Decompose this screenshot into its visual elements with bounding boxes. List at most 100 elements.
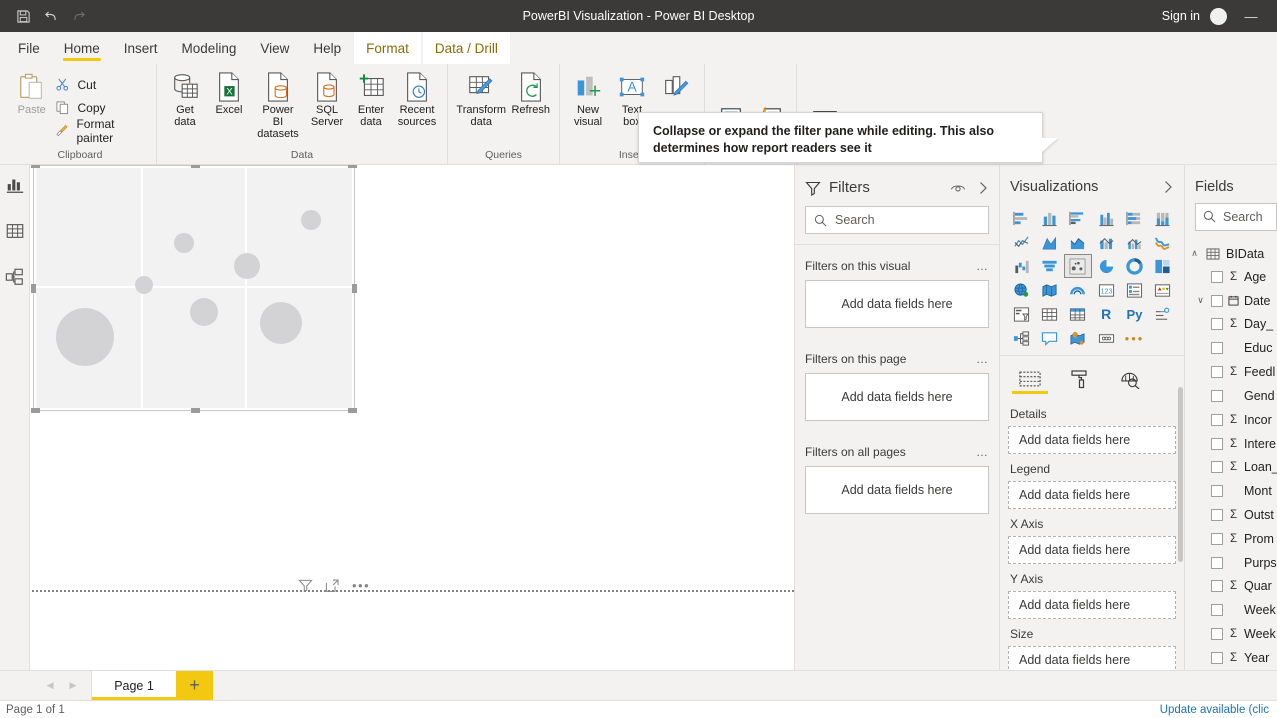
shapes-button[interactable] — [654, 68, 698, 106]
redo-icon[interactable] — [66, 4, 92, 28]
viz-paginated-report[interactable] — [1093, 327, 1119, 349]
well-y-axis-dropzone[interactable]: Add data fields here — [1008, 591, 1176, 619]
transform-data-button[interactable]: Transform data — [454, 68, 509, 130]
tab-file[interactable]: File — [6, 32, 52, 64]
filters-search-input[interactable]: Search — [805, 206, 989, 234]
field-checkbox[interactable] — [1211, 628, 1223, 641]
report-canvas[interactable]: ••• — [30, 165, 795, 670]
field-checkbox[interactable] — [1211, 580, 1223, 593]
field-item[interactable]: Week — [1185, 598, 1277, 622]
field-checkbox[interactable] — [1211, 509, 1223, 521]
filters-visual-menu[interactable]: … — [976, 259, 989, 273]
viz-stacked-column-chart[interactable] — [1036, 207, 1062, 229]
viz-arcgis-map[interactable] — [1065, 279, 1091, 301]
chevron-up-icon[interactable]: ∧ — [1189, 248, 1200, 259]
sql-server-button[interactable]: SQL Server — [305, 68, 349, 130]
field-checkbox[interactable] — [1211, 437, 1223, 450]
field-item[interactable]: Σ Week — [1185, 622, 1277, 646]
field-checkbox[interactable] — [1211, 413, 1223, 426]
resize-handle-left[interactable] — [31, 284, 36, 293]
field-checkbox[interactable] — [1211, 604, 1223, 617]
viz-arcgis-maps-for-power-bi[interactable] — [1065, 327, 1091, 349]
tab-home[interactable]: Home — [52, 32, 112, 64]
field-checkbox[interactable] — [1211, 342, 1223, 355]
tab-help[interactable]: Help — [301, 32, 353, 64]
viz-ribbon-chart[interactable] — [1150, 231, 1176, 253]
format-painter-button[interactable]: Format painter — [54, 117, 151, 145]
field-item[interactable]: Gend — [1185, 384, 1277, 408]
field-item[interactable]: Σ Intere — [1185, 432, 1277, 456]
recent-sources-button[interactable]: Recent sources — [393, 68, 441, 130]
excel-button[interactable]: X Excel — [207, 68, 251, 118]
resize-handle-top-right[interactable] — [348, 165, 357, 168]
viz-map[interactable] — [1008, 279, 1034, 301]
fields-search-input[interactable]: Search — [1195, 203, 1277, 231]
viz-line-chart[interactable] — [1008, 231, 1034, 253]
filters-all-pages-dropzone[interactable]: Add data fields here — [805, 466, 989, 514]
field-item[interactable]: Purps — [1185, 551, 1277, 575]
resize-handle-bottom[interactable] — [191, 408, 200, 413]
visualizations-scrollbar[interactable] — [1178, 387, 1183, 562]
viz-line-and-stacked-column-chart[interactable] — [1093, 231, 1119, 253]
cut-button[interactable]: Cut — [54, 74, 151, 95]
format-tab[interactable] — [1064, 365, 1096, 393]
get-data-button[interactable]: Get data — [163, 68, 207, 130]
viz-100-stacked-bar-chart[interactable] — [1121, 207, 1147, 229]
chevron-down-icon[interactable]: ∨ — [1195, 295, 1206, 306]
filters-visual-dropzone[interactable]: Add data fields here — [805, 280, 989, 328]
enter-data-button[interactable]: Enter data — [349, 68, 393, 130]
viz-decomposition-tree[interactable] — [1008, 327, 1034, 349]
status-update-notice[interactable]: Update available (clic — [1160, 704, 1271, 716]
viz-more-visuals[interactable]: ••• — [1121, 327, 1147, 349]
well-legend-dropzone[interactable]: Add data fields here — [1008, 481, 1176, 509]
copy-button[interactable]: Copy — [54, 97, 151, 118]
tab-insert[interactable]: Insert — [112, 32, 170, 64]
viz-stacked-bar-chart[interactable] — [1008, 207, 1034, 229]
page-tab-page-1[interactable]: Page 1 — [92, 671, 176, 700]
field-checkbox[interactable] — [1211, 461, 1223, 474]
viz-clustered-bar-chart[interactable] — [1065, 207, 1091, 229]
sidebar-item-report-view[interactable] — [3, 173, 27, 197]
field-item[interactable]: Educ — [1185, 336, 1277, 360]
field-item[interactable]: Σ Incor — [1185, 408, 1277, 432]
field-item[interactable]: Σ Feedl — [1185, 360, 1277, 384]
well-x-axis-dropzone[interactable]: Add data fields here — [1008, 536, 1176, 564]
fields-tab[interactable] — [1012, 365, 1048, 394]
viz-funnel-chart[interactable] — [1036, 255, 1062, 277]
tab-view[interactable]: View — [248, 32, 301, 64]
page-next-button[interactable]: ▶ — [70, 680, 77, 691]
filters-page-menu[interactable]: … — [976, 352, 989, 366]
field-checkbox[interactable] — [1211, 270, 1223, 283]
viz-multi-row-card[interactable] — [1121, 279, 1147, 301]
field-checkbox[interactable] — [1211, 556, 1223, 569]
resize-handle-bottom-left[interactable] — [31, 408, 40, 413]
viz-waterfall-chart[interactable] — [1008, 255, 1034, 277]
field-checkbox[interactable] — [1211, 366, 1223, 379]
field-checkbox[interactable] — [1211, 294, 1223, 307]
chevron-right-icon[interactable] — [978, 181, 989, 195]
sidebar-item-data-view[interactable] — [3, 219, 27, 243]
viz-kpi[interactable] — [1150, 279, 1176, 301]
well-details-dropzone[interactable]: Add data fields here — [1008, 426, 1176, 454]
filters-page-dropzone[interactable]: Add data fields here — [805, 373, 989, 421]
field-checkbox[interactable] — [1211, 318, 1223, 331]
tab-modeling[interactable]: Modeling — [170, 32, 249, 64]
viz-treemap[interactable] — [1150, 255, 1176, 277]
analytics-tab[interactable] — [1114, 365, 1146, 393]
add-page-button[interactable]: + — [176, 671, 213, 700]
viz-card[interactable]: 123 — [1093, 279, 1119, 301]
viz-qna-visual[interactable] — [1036, 327, 1062, 349]
field-item[interactable]: Σ Age — [1185, 265, 1277, 289]
well-size-dropzone[interactable]: Add data fields here — [1008, 646, 1176, 670]
minimize-button[interactable]: — — [1231, 0, 1271, 32]
field-item[interactable]: Σ Loan_ — [1185, 455, 1277, 479]
viz-line-and-clustered-column-chart[interactable] — [1121, 231, 1147, 253]
fields-table-node[interactable]: ∧ BIData — [1185, 241, 1277, 265]
viz-stacked-area-chart[interactable] — [1065, 231, 1091, 253]
viz-filled-map[interactable] — [1036, 279, 1062, 301]
field-checkbox[interactable] — [1211, 651, 1223, 664]
page-prev-button[interactable]: ◀ — [47, 680, 54, 691]
eye-icon[interactable] — [950, 181, 966, 194]
undo-icon[interactable] — [38, 4, 64, 28]
avatar[interactable] — [1210, 7, 1227, 25]
